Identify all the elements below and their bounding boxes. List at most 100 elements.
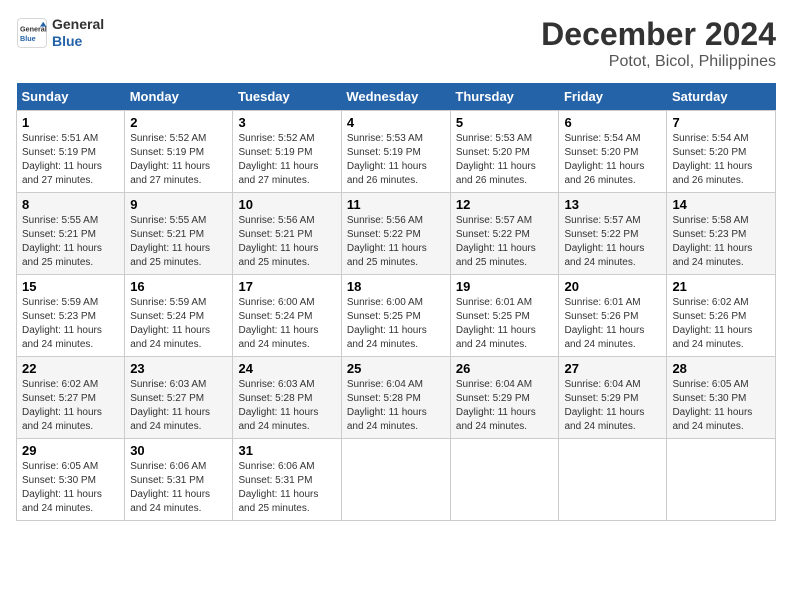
day-detail: Sunrise: 6:03 AM Sunset: 5:28 PM Dayligh… (238, 378, 335, 434)
day-detail: Sunrise: 6:04 AM Sunset: 5:28 PM Dayligh… (347, 378, 445, 434)
calendar-day-29: 29 Sunrise: 6:05 AM Sunset: 5:30 PM Dayli… (17, 439, 125, 521)
calendar-day-7: 7Sunrise: 5:54 AM Sunset: 5:20 PM Daylig… (667, 111, 776, 193)
calendar-week-2: 8Sunrise: 5:55 AM Sunset: 5:21 PM Daylig… (17, 193, 776, 275)
day-number: 4 (347, 115, 445, 130)
empty-cell (559, 439, 667, 521)
day-number: 9 (130, 197, 227, 212)
calendar-week-5: 29 Sunrise: 6:05 AM Sunset: 5:30 PM Dayli… (17, 439, 776, 521)
calendar-week-4: 22 Sunrise: 6:02 AM Sunset: 5:27 PM Dayli… (17, 357, 776, 439)
day-number: 10 (238, 197, 335, 212)
day-detail: Sunrise: 5:59 AM Sunset: 5:23 PM Dayligh… (22, 296, 119, 352)
month-title: December 2024 (541, 16, 776, 53)
day-detail: Sunrise: 5:59 AM Sunset: 5:24 PM Dayligh… (130, 296, 227, 352)
calendar-day-19: 19Sunrise: 6:01 AM Sunset: 5:25 PM Dayli… (450, 275, 559, 357)
calendar-week-3: 15 Sunrise: 5:59 AM Sunset: 5:23 PM Dayli… (17, 275, 776, 357)
day-number: 22 (22, 361, 119, 376)
day-detail: Sunrise: 6:05 AM Sunset: 5:30 PM Dayligh… (672, 378, 770, 434)
day-number: 15 (22, 279, 119, 294)
calendar-header-row: SundayMondayTuesdayWednesdayThursdayFrid… (17, 83, 776, 111)
day-detail: Sunrise: 5:53 AM Sunset: 5:19 PM Dayligh… (347, 132, 445, 188)
calendar-day-26: 26Sunrise: 6:04 AM Sunset: 5:29 PM Dayli… (450, 357, 559, 439)
day-number: 21 (672, 279, 770, 294)
day-number: 24 (238, 361, 335, 376)
empty-cell (450, 439, 559, 521)
day-detail: Sunrise: 5:54 AM Sunset: 5:20 PM Dayligh… (564, 132, 661, 188)
calendar-day-31: 31Sunrise: 6:06 AM Sunset: 5:31 PM Dayli… (233, 439, 341, 521)
calendar-week-1: 1 Sunrise: 5:51 AM Sunset: 5:19 PM Daylig… (17, 111, 776, 193)
day-number: 26 (456, 361, 554, 376)
logo-icon: General Blue (16, 17, 48, 49)
day-detail: Sunrise: 5:54 AM Sunset: 5:20 PM Dayligh… (672, 132, 770, 188)
calendar-day-9: 9Sunrise: 5:55 AM Sunset: 5:21 PM Daylig… (125, 193, 233, 275)
logo-line1: General (52, 16, 104, 32)
day-number: 12 (456, 197, 554, 212)
day-detail: Sunrise: 5:52 AM Sunset: 5:19 PM Dayligh… (238, 132, 335, 188)
day-header-tuesday: Tuesday (233, 83, 341, 111)
day-number: 23 (130, 361, 227, 376)
day-header-wednesday: Wednesday (341, 83, 450, 111)
day-number: 3 (238, 115, 335, 130)
day-number: 27 (564, 361, 661, 376)
calendar-day-2: 2 Sunrise: 5:52 AM Sunset: 5:19 PM Daylig… (125, 111, 233, 193)
day-number: 29 (22, 443, 119, 458)
day-number: 8 (22, 197, 119, 212)
calendar-day-17: 17 Sunrise: 6:00 AM Sunset: 5:24 PM Dayli… (233, 275, 341, 357)
day-number: 30 (130, 443, 227, 458)
day-detail: Sunrise: 5:57 AM Sunset: 5:22 PM Dayligh… (456, 214, 554, 270)
calendar-day-22: 22 Sunrise: 6:02 AM Sunset: 5:27 PM Dayli… (17, 357, 125, 439)
calendar-day-6: 6 Sunrise: 5:54 AM Sunset: 5:20 PM Daylig… (559, 111, 667, 193)
day-detail: Sunrise: 6:05 AM Sunset: 5:30 PM Dayligh… (22, 460, 119, 516)
calendar-day-21: 21 Sunrise: 6:02 AM Sunset: 5:26 PM Dayli… (667, 275, 776, 357)
calendar-body: 1 Sunrise: 5:51 AM Sunset: 5:19 PM Daylig… (17, 111, 776, 521)
day-detail: Sunrise: 5:52 AM Sunset: 5:19 PM Dayligh… (130, 132, 227, 188)
calendar-day-18: 18 Sunrise: 6:00 AM Sunset: 5:25 PM Dayli… (341, 275, 450, 357)
day-detail: Sunrise: 6:00 AM Sunset: 5:25 PM Dayligh… (347, 296, 445, 352)
calendar-day-4: 4 Sunrise: 5:53 AM Sunset: 5:19 PM Daylig… (341, 111, 450, 193)
calendar-table: SundayMondayTuesdayWednesdayThursdayFrid… (16, 83, 776, 521)
day-detail: Sunrise: 5:57 AM Sunset: 5:22 PM Dayligh… (564, 214, 661, 270)
calendar-day-1: 1 Sunrise: 5:51 AM Sunset: 5:19 PM Daylig… (17, 111, 125, 193)
day-detail: Sunrise: 6:06 AM Sunset: 5:31 PM Dayligh… (238, 460, 335, 516)
calendar-day-14: 14 Sunrise: 5:58 AM Sunset: 5:23 PM Dayli… (667, 193, 776, 275)
day-number: 20 (564, 279, 661, 294)
calendar-day-27: 27Sunrise: 6:04 AM Sunset: 5:29 PM Dayli… (559, 357, 667, 439)
day-detail: Sunrise: 5:53 AM Sunset: 5:20 PM Dayligh… (456, 132, 554, 188)
day-header-monday: Monday (125, 83, 233, 111)
calendar-day-12: 12 Sunrise: 5:57 AM Sunset: 5:22 PM Dayli… (450, 193, 559, 275)
day-number: 6 (564, 115, 661, 130)
empty-cell (341, 439, 450, 521)
day-detail: Sunrise: 6:00 AM Sunset: 5:24 PM Dayligh… (238, 296, 335, 352)
day-number: 1 (22, 115, 119, 130)
day-number: 17 (238, 279, 335, 294)
day-detail: Sunrise: 5:51 AM Sunset: 5:19 PM Dayligh… (22, 132, 119, 188)
calendar-day-23: 23Sunrise: 6:03 AM Sunset: 5:27 PM Dayli… (125, 357, 233, 439)
logo: General Blue General Blue (16, 16, 104, 50)
day-detail: Sunrise: 6:01 AM Sunset: 5:26 PM Dayligh… (564, 296, 661, 352)
day-number: 11 (347, 197, 445, 212)
day-detail: Sunrise: 6:02 AM Sunset: 5:26 PM Dayligh… (672, 296, 770, 352)
location-title: Potot, Bicol, Philippines (541, 53, 776, 71)
day-number: 14 (672, 197, 770, 212)
calendar-day-15: 15 Sunrise: 5:59 AM Sunset: 5:23 PM Dayli… (17, 275, 125, 357)
day-detail: Sunrise: 6:02 AM Sunset: 5:27 PM Dayligh… (22, 378, 119, 434)
calendar-day-25: 25 Sunrise: 6:04 AM Sunset: 5:28 PM Dayli… (341, 357, 450, 439)
title-block: December 2024 Potot, Bicol, Philippines (541, 16, 776, 71)
calendar-day-20: 20 Sunrise: 6:01 AM Sunset: 5:26 PM Dayli… (559, 275, 667, 357)
day-detail: Sunrise: 5:58 AM Sunset: 5:23 PM Dayligh… (672, 214, 770, 270)
calendar-day-3: 3 Sunrise: 5:52 AM Sunset: 5:19 PM Daylig… (233, 111, 341, 193)
day-number: 2 (130, 115, 227, 130)
day-header-saturday: Saturday (667, 83, 776, 111)
day-number: 25 (347, 361, 445, 376)
day-header-thursday: Thursday (450, 83, 559, 111)
logo-line2: Blue (52, 33, 82, 49)
day-header-friday: Friday (559, 83, 667, 111)
empty-cell (667, 439, 776, 521)
day-detail: Sunrise: 6:06 AM Sunset: 5:31 PM Dayligh… (130, 460, 227, 516)
day-number: 28 (672, 361, 770, 376)
day-header-sunday: Sunday (17, 83, 125, 111)
day-detail: Sunrise: 5:56 AM Sunset: 5:21 PM Dayligh… (238, 214, 335, 270)
day-number: 16 (130, 279, 227, 294)
calendar-day-13: 13Sunrise: 5:57 AM Sunset: 5:22 PM Dayli… (559, 193, 667, 275)
calendar-day-10: 10 Sunrise: 5:56 AM Sunset: 5:21 PM Dayli… (233, 193, 341, 275)
day-number: 18 (347, 279, 445, 294)
